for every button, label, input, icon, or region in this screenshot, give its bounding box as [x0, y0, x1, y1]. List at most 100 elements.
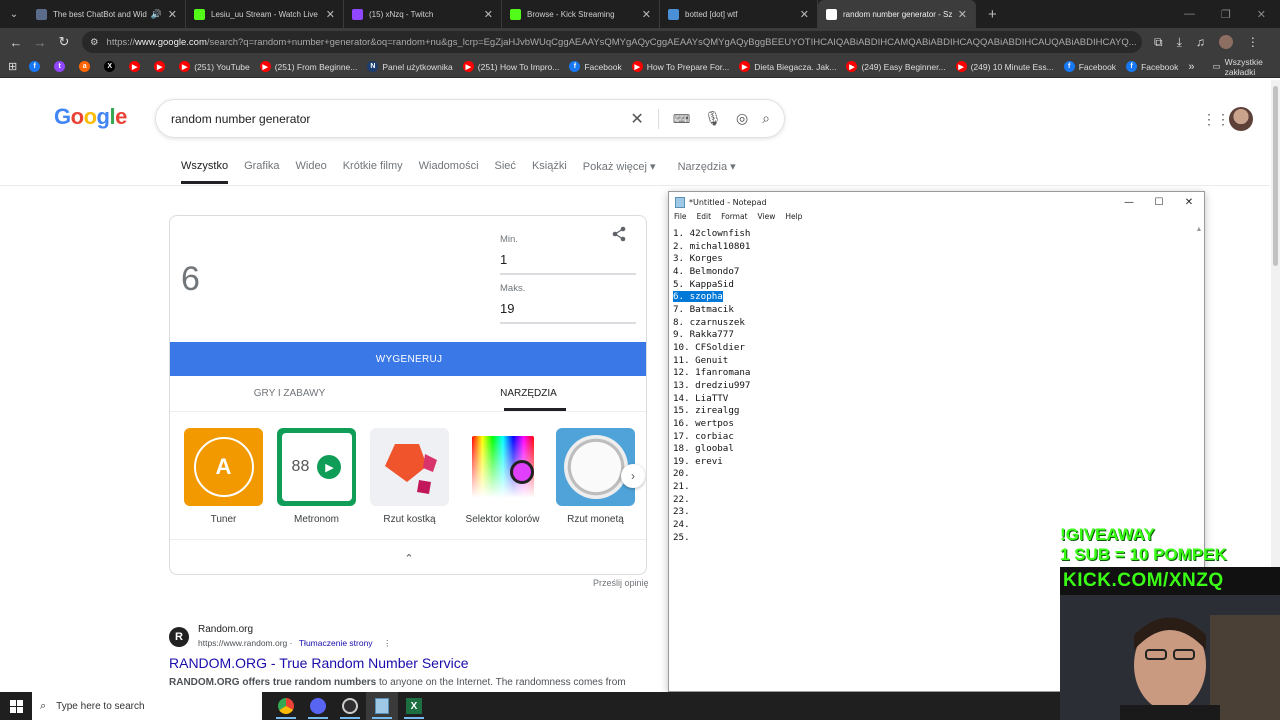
notepad-menu-item[interactable]: Edit	[697, 212, 712, 226]
browser-tab[interactable]: Lesiu_uu Stream - Watch Live o ✕	[186, 0, 344, 28]
microphone-icon[interactable]: 🎙	[704, 110, 722, 127]
bookmark-item[interactable]: ▶ (249) Easy Beginner...	[846, 61, 946, 72]
tab-close-icon[interactable]: ✕	[642, 8, 651, 21]
bookmark-item[interactable]: N Panel użytkownika	[367, 61, 453, 72]
bookmark-item[interactable]: ▶ (251) From Beginne...	[259, 61, 357, 72]
share-icon[interactable]	[612, 226, 626, 245]
bookmarks-more-button[interactable]: »	[1188, 61, 1194, 73]
notepad-menu-item[interactable]: Format	[721, 212, 747, 226]
bookmark-item[interactable]: ▶ (249) 10 Minute Ess...	[955, 61, 1054, 72]
site-info-icon[interactable]: ⚙	[90, 37, 99, 48]
forward-icon[interactable]: →	[28, 35, 52, 50]
user-avatar[interactable]	[1229, 107, 1253, 131]
notepad-text-area[interactable]: 1. 42clownfish 2. michal10801 3. Korges 4. …	[673, 228, 750, 544]
result-site-name[interactable]: Random.org	[198, 624, 253, 635]
notepad-menu-item[interactable]: Help	[785, 212, 802, 226]
tab-close-icon[interactable]: ✕	[168, 8, 177, 21]
browser-tab[interactable]: The best ChatBot and Widg 🔊 ✕	[28, 0, 186, 28]
chevron-right-icon[interactable]: ›	[621, 464, 645, 488]
url-input[interactable]: ⚙ https://www.google.com/search?q=random…	[82, 31, 1142, 53]
media-icon[interactable]: ♫	[1196, 35, 1205, 49]
max-input[interactable]: 19	[500, 301, 636, 324]
close-icon[interactable]: ✕	[1174, 197, 1204, 208]
audio-icon[interactable]: 🔊	[151, 9, 162, 20]
bookmark-item[interactable]: ▶	[154, 61, 169, 72]
profile-avatar[interactable]	[1218, 35, 1233, 49]
close-icon[interactable]: ✕	[1257, 8, 1266, 21]
bookmark-item[interactable]: ▶ Dieta Biegacza. Jak...	[739, 61, 836, 72]
bookmark-item[interactable]: f	[29, 61, 44, 72]
search-tab[interactable]: Grafika	[244, 160, 279, 184]
google-logo[interactable]: Google	[54, 104, 127, 130]
bookmark-item[interactable]: X	[104, 61, 119, 72]
bookmark-item[interactable]: ▶	[129, 61, 144, 72]
bookmark-item[interactable]: ▶ (251) YouTube	[179, 61, 250, 72]
bookmark-item[interactable]: ▶ How To Prepare For...	[631, 61, 729, 72]
notepad-menu-item[interactable]: View	[758, 212, 776, 226]
generate-button[interactable]: WYGENERUJ	[170, 342, 646, 376]
tool-color-picker[interactable]: Selektor kolorów	[463, 428, 542, 525]
search-tab[interactable]: Krótkie filmy	[343, 160, 403, 184]
tab-tools[interactable]: NARZĘDZIA	[409, 376, 646, 411]
browser-tab[interactable]: (15) xNzq - Twitch ✕	[344, 0, 502, 28]
maximize-icon[interactable]: ❐	[1221, 8, 1231, 21]
lens-icon[interactable]: ◎	[736, 110, 748, 127]
obs-taskbar-icon[interactable]	[334, 692, 366, 720]
search-box[interactable]: random number generator ✕ ⌨ 🎙 ◎ ⌕	[155, 99, 785, 138]
chrome-taskbar-icon[interactable]	[270, 692, 302, 720]
search-icon[interactable]: ⌕	[762, 110, 770, 127]
extensions-icon[interactable]: ⧉	[1154, 35, 1163, 50]
search-tab[interactable]: Książki	[532, 160, 567, 184]
notepad-taskbar-icon[interactable]	[366, 692, 398, 720]
search-tab[interactable]: Pokaż więcej ▾	[583, 160, 656, 184]
new-tab-button[interactable]: +	[976, 6, 1009, 23]
tool-dice[interactable]: Rzut kostką	[370, 428, 449, 525]
search-input[interactable]: random number generator	[171, 112, 630, 126]
back-icon[interactable]: ←	[4, 35, 28, 50]
discord-taskbar-icon[interactable]	[302, 692, 334, 720]
translate-link[interactable]: Tłumaczenie strony	[299, 638, 373, 648]
notepad-titlebar[interactable]: *Untitled - Notepad — ☐ ✕	[669, 192, 1204, 212]
tool-metronome[interactable]: 88 ▶ Metronom	[277, 428, 356, 525]
tab-games[interactable]: GRY I ZABAWY	[170, 376, 409, 411]
feedback-link[interactable]: Prześlij opinię	[593, 578, 649, 588]
keyboard-icon[interactable]: ⌨	[673, 112, 690, 126]
excel-taskbar-icon[interactable]: X	[398, 692, 430, 720]
tab-close-icon[interactable]: ✕	[484, 8, 493, 21]
bookmark-item[interactable]: f Facebook	[1126, 61, 1178, 72]
windows-start-icon[interactable]	[0, 692, 32, 720]
tab-search-button[interactable]: ⌄	[0, 0, 28, 28]
search-tab[interactable]: Narzędzia ▾	[678, 160, 736, 184]
search-tab[interactable]: Wiadomości	[419, 160, 479, 184]
bookmark-item[interactable]: f Facebook	[1063, 61, 1116, 72]
min-input[interactable]: 1	[500, 252, 636, 275]
search-tab[interactable]: Wszystko	[181, 160, 229, 184]
tool-tuner[interactable]: A Tuner	[184, 428, 263, 525]
all-bookmarks-button[interactable]: Wszystkie zakładki	[1225, 57, 1272, 77]
browser-tab[interactable]: botted [dot] wtf ✕	[660, 0, 818, 28]
bookmark-item[interactable]: a	[79, 61, 94, 72]
tab-close-icon[interactable]: ✕	[958, 8, 967, 21]
chevron-up-icon[interactable]: ⌃	[170, 539, 646, 574]
notepad-menu-item[interactable]: File	[674, 212, 687, 226]
tab-close-icon[interactable]: ✕	[326, 8, 335, 21]
result-title-link[interactable]: RANDOM.ORG - True Random Number Service	[169, 655, 469, 671]
minimize-icon[interactable]: —	[1114, 197, 1144, 208]
more-options-icon[interactable]: ⋮	[383, 638, 392, 648]
tab-close-icon[interactable]: ✕	[800, 8, 809, 21]
download-icon[interactable]: ⤓	[1177, 35, 1182, 50]
bookmark-item[interactable]: f Facebook	[569, 61, 622, 72]
maximize-icon[interactable]: ☐	[1144, 197, 1174, 208]
reload-icon[interactable]: ↻	[52, 34, 76, 50]
apps-grid-icon[interactable]: ⊞	[8, 60, 17, 73]
browser-tab[interactable]: Browse - Kick Streaming ✕	[502, 0, 660, 28]
search-tab[interactable]: Sieć	[495, 160, 516, 184]
menu-icon[interactable]: ⋮	[1247, 35, 1259, 49]
minimize-icon[interactable]: —	[1184, 8, 1195, 21]
browser-tab[interactable]: random number generator - Sz ✕	[818, 0, 976, 28]
clear-icon[interactable]: ✕	[630, 109, 643, 129]
search-tab[interactable]: Wideo	[296, 160, 327, 184]
bookmark-item[interactable]: t	[54, 61, 69, 72]
bookmark-item[interactable]: ▶ (251) How To Impro...	[462, 61, 559, 72]
taskbar-search-input[interactable]: ⌕ Type here to search	[32, 692, 262, 720]
